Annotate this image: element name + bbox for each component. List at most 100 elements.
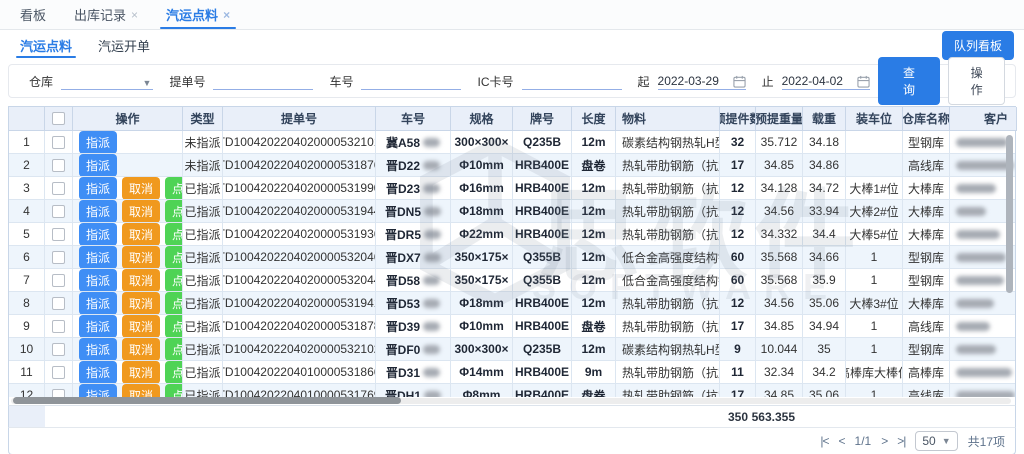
subtab-truck-tally[interactable]: 汽运点料	[10, 30, 82, 60]
assign-button[interactable]: 指派	[79, 131, 117, 154]
row-checkbox[interactable]	[52, 297, 65, 310]
assign-button[interactable]: 指派	[79, 315, 117, 338]
cell-slot: 高棒库大棒位	[846, 361, 903, 384]
row-checkbox[interactable]	[52, 320, 65, 333]
tally-button[interactable]: 点料	[165, 269, 183, 292]
cancel-button[interactable]: 取消	[122, 338, 160, 361]
search-button[interactable]: 查 询	[878, 57, 941, 105]
cell-load: 34.66	[803, 246, 846, 269]
row-checkbox[interactable]	[52, 251, 65, 264]
tally-button[interactable]: 点料	[165, 292, 183, 315]
redacted-customer	[956, 138, 1008, 147]
column-header-wh: 仓库名称	[903, 107, 950, 131]
row-checkbox[interactable]	[52, 389, 65, 398]
ic-card-input[interactable]	[522, 72, 622, 90]
assign-button[interactable]: 指派	[79, 223, 117, 246]
row-checkbox[interactable]	[52, 228, 65, 241]
redacted-customer	[956, 345, 996, 354]
close-icon[interactable]: ×	[223, 8, 230, 22]
calendar-icon	[857, 75, 870, 88]
assign-button[interactable]: 指派	[79, 269, 117, 292]
cancel-button[interactable]: 取消	[122, 223, 160, 246]
cell-load: 34.2	[803, 361, 846, 384]
prev-page-button[interactable]: <	[839, 434, 845, 448]
tally-button[interactable]: 点料	[165, 361, 183, 384]
vehicle-plate-prefix: 晋D39	[386, 318, 420, 335]
tally-button[interactable]: 点料	[165, 223, 183, 246]
horizontal-scrollbar-thumb[interactable]	[13, 397, 401, 404]
cell-bill: TD1004202204010000531769	[223, 384, 376, 397]
first-page-button[interactable]: |<	[820, 434, 828, 448]
column-header-idx	[9, 107, 45, 131]
tally-button[interactable]: 点料	[165, 338, 183, 361]
action-button[interactable]: 操 作	[948, 57, 1005, 105]
assign-button[interactable]: 指派	[79, 200, 117, 223]
assign-button[interactable]: 指派	[79, 338, 117, 361]
tab-outbound-records[interactable]: 出库记录 ×	[60, 0, 152, 29]
assign-button[interactable]: 指派	[79, 154, 117, 177]
cell-qty: 12	[720, 292, 756, 315]
cancel-button[interactable]: 取消	[122, 200, 160, 223]
cancel-button[interactable]: 取消	[122, 384, 160, 397]
cell-wh: 大棒库	[903, 200, 950, 223]
assign-button[interactable]: 指派	[79, 246, 117, 269]
row-checkbox[interactable]	[52, 343, 65, 356]
warehouse-select[interactable]: ▼	[61, 72, 153, 90]
cell-idx: 11	[9, 361, 45, 384]
tally-button[interactable]: 点料	[165, 200, 183, 223]
tab-dashboard[interactable]: 看板	[6, 0, 60, 29]
redacted-customer	[956, 368, 1012, 377]
assign-button[interactable]: 指派	[79, 384, 117, 397]
vehicle-plate-prefix: 晋D22	[386, 157, 420, 174]
cancel-button[interactable]: 取消	[122, 246, 160, 269]
queue-board-button[interactable]: 队列看板	[942, 31, 1014, 60]
assign-button[interactable]: 指派	[79, 177, 117, 200]
redacted-vehicle-suffix	[423, 299, 440, 308]
redacted-customer	[956, 253, 1006, 262]
vertical-scrollbar[interactable]	[1006, 135, 1013, 293]
cancel-button[interactable]: 取消	[122, 269, 160, 292]
filter-panel: 仓库 ▼ 提单号 车号 IC卡号 起 2022-03-29 止 2022-04-…	[8, 64, 1016, 98]
next-page-button[interactable]: >	[881, 434, 887, 448]
cell-bill: TD1004202204020000531876	[223, 154, 376, 177]
vehicle-plate-prefix: 晋DR5	[385, 226, 421, 243]
bill-no-input[interactable]	[213, 72, 313, 90]
cancel-button[interactable]: 取消	[122, 177, 160, 200]
row-checkbox[interactable]	[52, 205, 65, 218]
date-from-input[interactable]: 2022-03-29	[658, 72, 746, 90]
cell-customer	[950, 292, 1015, 315]
row-checkbox[interactable]	[52, 136, 65, 149]
row-checkbox[interactable]	[52, 159, 65, 172]
row-checkbox[interactable]	[52, 274, 65, 287]
tally-button[interactable]: 点料	[165, 177, 183, 200]
cell-grade: Q235B	[513, 131, 572, 154]
close-icon[interactable]: ×	[131, 8, 138, 22]
page-size-select[interactable]: 50 ▼	[915, 431, 957, 451]
assign-button[interactable]: 指派	[79, 292, 117, 315]
cell-type: 已指派	[183, 338, 223, 361]
cell-len: 12m	[572, 246, 616, 269]
table-row: 10指派取消点料已指派TD1004202204020000532102晋DF03…	[9, 338, 1015, 361]
table-row: 2指派未指派TD1004202204020000531876晋D22Φ10mmH…	[9, 154, 1015, 177]
cell-bill: TD1004202204010000531866	[223, 361, 376, 384]
cell-material: 碳素结构钢热轧H型钢	[616, 131, 720, 154]
tally-button[interactable]: 点料	[165, 246, 183, 269]
cell-weight: 34.56	[756, 200, 803, 223]
vehicle-no-input[interactable]	[361, 72, 461, 90]
tab-truck-tally[interactable]: 汽运点料 ×	[152, 0, 244, 29]
select-all-checkbox[interactable]	[52, 112, 65, 125]
date-to-input[interactable]: 2022-04-02	[782, 72, 870, 90]
vehicle-no-label: 车号	[329, 73, 353, 90]
cancel-button[interactable]: 取消	[122, 292, 160, 315]
cancel-button[interactable]: 取消	[122, 361, 160, 384]
tally-button[interactable]: 点料	[165, 384, 183, 397]
row-checkbox[interactable]	[52, 366, 65, 379]
cancel-button[interactable]: 取消	[122, 315, 160, 338]
row-checkbox[interactable]	[52, 182, 65, 195]
tally-button[interactable]: 点料	[165, 315, 183, 338]
cell-load: 33.94	[803, 200, 846, 223]
last-page-button[interactable]: >|	[897, 434, 905, 448]
subtab-truck-billing[interactable]: 汽运开单	[88, 30, 160, 60]
cell-len: 12m	[572, 292, 616, 315]
assign-button[interactable]: 指派	[79, 361, 117, 384]
